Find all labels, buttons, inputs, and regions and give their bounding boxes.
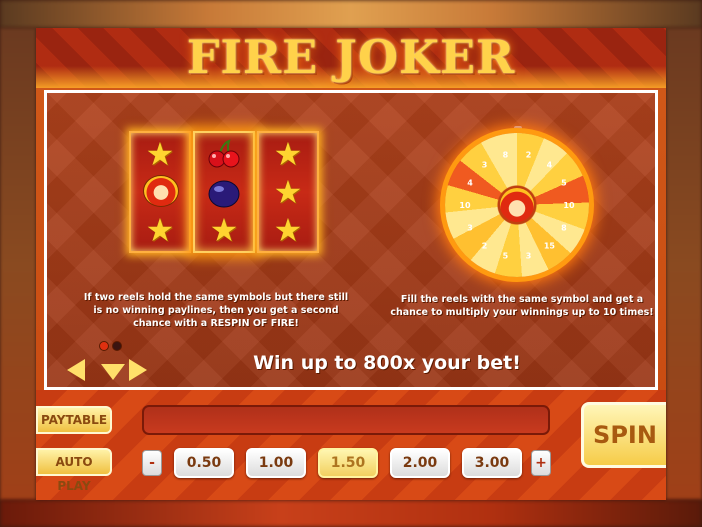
wheel-multiplier-label: 5	[561, 178, 567, 187]
background-blur-right	[666, 28, 702, 500]
bet-option[interactable]: 1.00	[246, 448, 306, 478]
reels-illustration: ★ ★ ★ ★ ★ ★	[125, 131, 321, 253]
cherry-icon	[208, 139, 240, 168]
page-indicator	[99, 336, 125, 355]
wheel-multiplier-label: 2	[482, 242, 488, 251]
bet-option[interactable]: 2.00	[390, 448, 450, 478]
wheel-multiplier-label: 5	[503, 252, 509, 261]
wheel-multiplier-label: 8	[561, 224, 567, 233]
star-icon: ★	[273, 173, 303, 211]
max-win-text: Win up to 800x your bet!	[253, 352, 521, 374]
wheel-multiplier-label: 15	[544, 242, 556, 251]
star-icon: ★	[209, 211, 239, 249]
bet-decrease-button[interactable]: -	[142, 450, 162, 476]
star-icon: ★	[145, 135, 175, 173]
wheel-multiplier-label: 3	[526, 252, 532, 261]
multiplier-wheel: 2 4 5 10 8 15 3 5 2 3 10 4 3 8	[445, 133, 589, 277]
joker-icon	[500, 188, 534, 222]
star-icon: ★	[273, 135, 303, 173]
multiplier-description: Fill the reels with the same symbol and …	[390, 294, 654, 318]
bet-option[interactable]: 0.50	[174, 448, 234, 478]
wheel-multiplier-label: 2	[526, 150, 532, 159]
message-bar	[142, 405, 550, 435]
background-blur-top	[0, 0, 702, 28]
info-panel: ★ ★ ★ ★ ★ ★ 2 4 5 10 8 15 3 5 2 3 10 4 3…	[44, 90, 658, 390]
plum-icon	[208, 180, 240, 208]
wheel-multiplier-label: 4	[547, 160, 553, 169]
reel-1: ★ ★	[129, 131, 191, 253]
bet-increase-button[interactable]: +	[531, 450, 551, 476]
autoplay-button[interactable]: AUTO PLAY	[36, 448, 112, 493]
wheel-multiplier-label: 3	[482, 160, 488, 169]
reel-2: ★	[193, 131, 255, 253]
background-blur-bottom	[0, 500, 702, 527]
prev-page-arrow-icon[interactable]	[67, 359, 85, 381]
star-icon: ★	[145, 211, 175, 249]
game-window: FIRE JOKER ★ ★ ★ ★ ★ ★ 2 4 5 10 8 15 3 5…	[36, 28, 666, 500]
background-blur-left	[0, 28, 36, 500]
spin-button[interactable]: SPIN	[581, 402, 666, 468]
bet-option-selected[interactable]: 1.50	[318, 448, 378, 478]
page-dot[interactable]	[112, 341, 122, 351]
bet-option[interactable]: 3.00	[462, 448, 522, 478]
wheel-multiplier-label: 8	[503, 150, 509, 159]
reel-3: ★ ★ ★	[257, 131, 319, 253]
close-info-arrow-icon[interactable]	[101, 364, 125, 380]
wheel-multiplier-label: 4	[467, 178, 473, 187]
joker-icon	[143, 175, 179, 207]
star-icon: ★	[273, 211, 303, 249]
paytable-button[interactable]: PAYTABLE	[36, 406, 112, 434]
control-bar: PAYTABLE AUTO PLAY SPIN - 0.50 1.00 1.50…	[36, 390, 666, 500]
page-dot-active[interactable]	[99, 341, 109, 351]
respin-description: If two reels hold the same symbols but t…	[83, 292, 349, 329]
game-title: FIRE JOKER	[186, 30, 516, 84]
wheel-multiplier-label: 3	[467, 224, 473, 233]
wheel-multiplier-label: 10	[459, 201, 471, 210]
wheel-multiplier-label: 10	[563, 201, 575, 210]
next-page-arrow-icon[interactable]	[129, 359, 147, 381]
